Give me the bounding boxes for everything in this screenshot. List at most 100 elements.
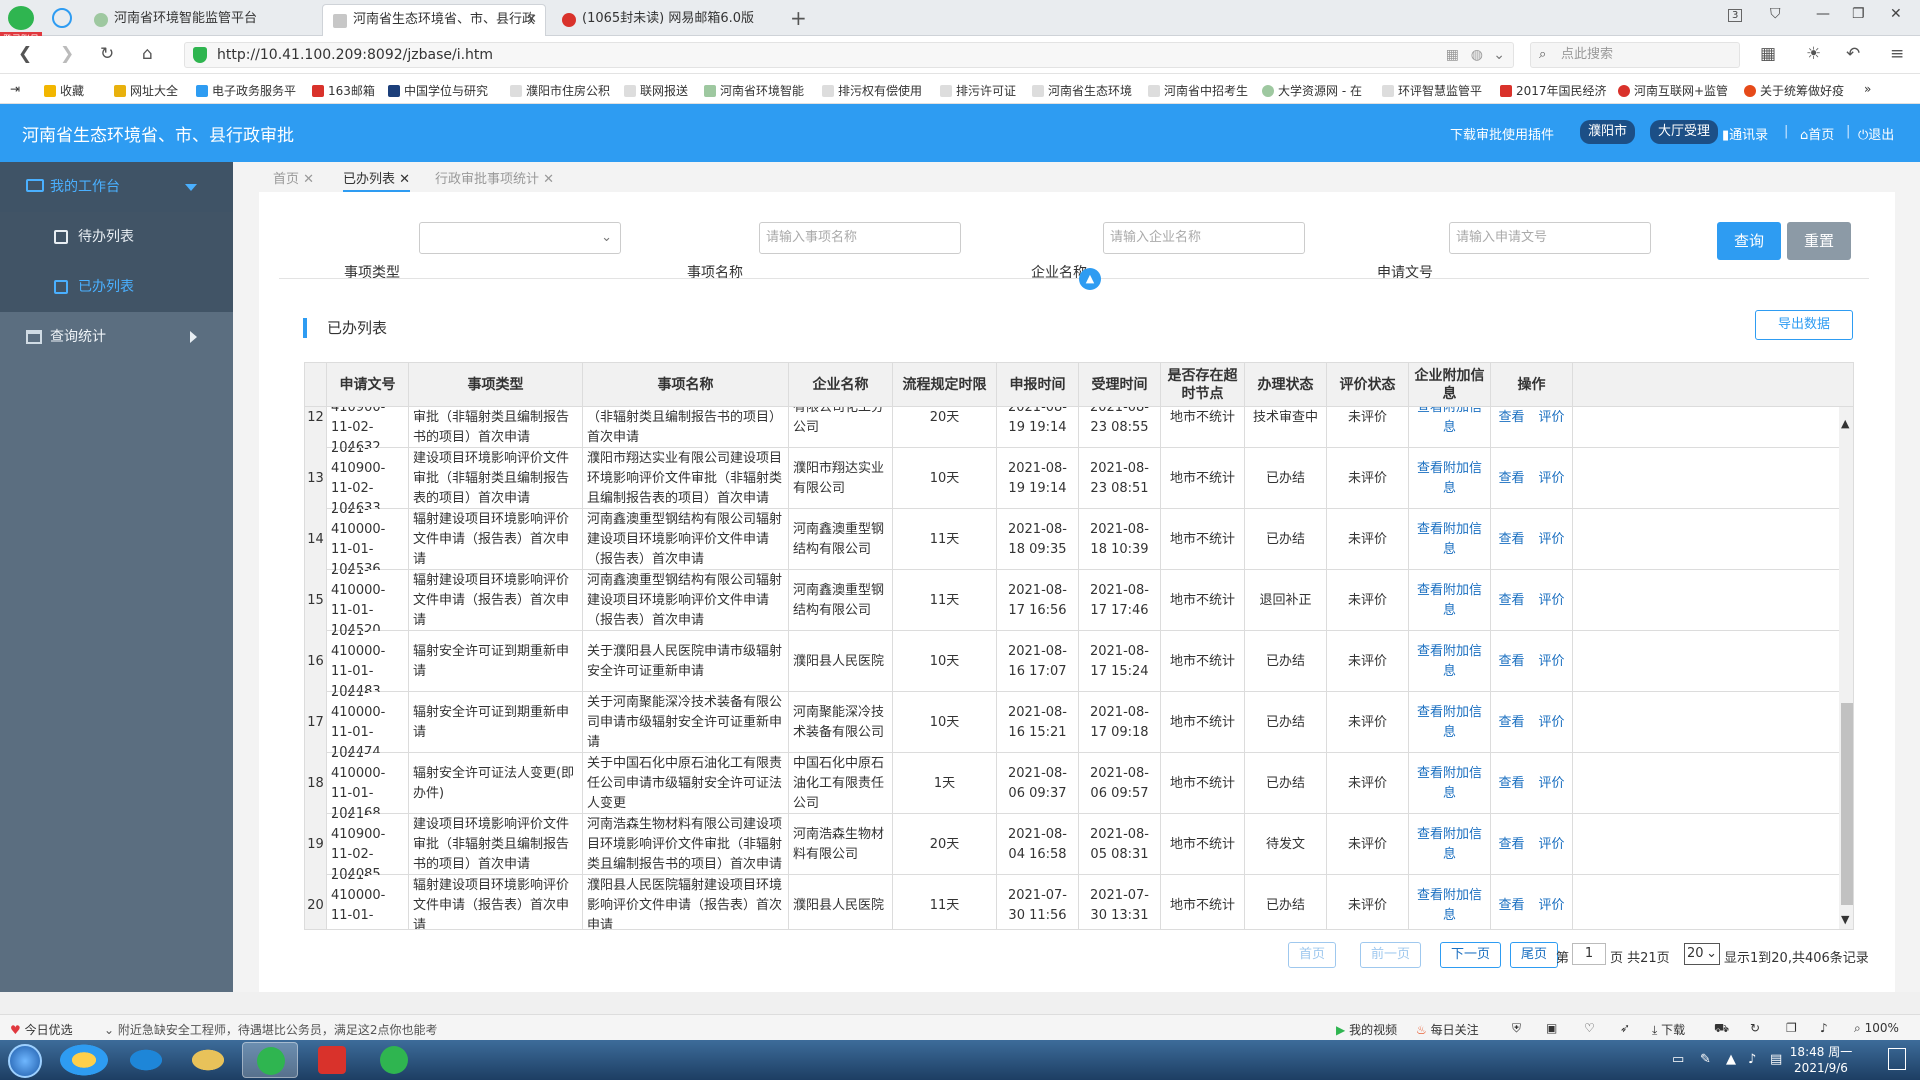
view-extra-info-link[interactable]: 查看附加信息	[1413, 407, 1486, 438]
app-icon[interactable]	[56, 1042, 112, 1078]
contacts-link[interactable]: ▮通讯录	[1722, 124, 1768, 143]
bookmark-item[interactable]: 排污权有偿使用	[822, 82, 922, 99]
sidebar-item-done[interactable]: 已办列表	[0, 262, 233, 312]
close-icon[interactable]: ✕	[543, 172, 554, 187]
prev-page-button[interactable]: 前一页	[1360, 942, 1422, 968]
new-tab-icon[interactable]: +	[790, 6, 807, 30]
url-input[interactable]: http://10.41.100.209:8092/jzbase/i.htm ▦…	[184, 42, 1514, 68]
news-ticker[interactable]: ⌄ 附近急缺安全工程师，待遇堪比公务员，满足这2点你也能考	[104, 1021, 438, 1038]
home-link[interactable]: ⌂首页	[1800, 124, 1834, 143]
sidebar-item-workbench[interactable]: 我的工作台	[0, 162, 233, 212]
bookmark-item[interactable]: 电子政务服务平	[196, 82, 296, 99]
bookmark-item[interactable]: 濮阳市住房公积	[510, 82, 610, 99]
view-link[interactable]: 查看	[1498, 652, 1524, 672]
browser-tab-2[interactable]: 河南省生态环境省、市、县行政 ✕	[322, 4, 546, 36]
next-page-button[interactable]: 下一页	[1440, 942, 1502, 968]
query-button[interactable]: 查询	[1717, 222, 1781, 260]
rate-link[interactable]: 评价	[1539, 835, 1565, 855]
company-input[interactable]: 请输入企业名称	[1103, 222, 1305, 254]
tray-icon[interactable]: ▭	[1672, 1052, 1684, 1067]
wechat-icon[interactable]	[366, 1042, 422, 1078]
view-link[interactable]: 查看	[1498, 591, 1524, 611]
bookmark-item[interactable]: 大学资源网 - 在	[1262, 82, 1362, 99]
city-badge[interactable]: 濮阳市	[1580, 120, 1636, 144]
table-row[interactable]: 14 2021-410000-11-01-104536 辐射建设项目环境影响评价文件…	[305, 509, 1839, 570]
table-row[interactable]: 18 2021-410000-11-01-104168 辐射安全许可证法人变更(即办…	[305, 753, 1839, 814]
bookmark-item[interactable]: 中国学位与研究	[388, 82, 488, 99]
view-link[interactable]: 查看	[1498, 530, 1524, 550]
video-link[interactable]: ▶ 我的视频	[1336, 1021, 1397, 1038]
table-row[interactable]: 202021-410000-11-01-103866辐射建设项目环境影响评价文件…	[305, 875, 1839, 929]
more-bookmarks-icon[interactable]: »	[1864, 82, 1871, 96]
page-number-input[interactable]: 1	[1572, 943, 1606, 965]
first-page-button[interactable]: 首页	[1288, 942, 1337, 968]
home-icon[interactable]: ⌂	[142, 44, 153, 64]
volume-icon[interactable]: ♪	[1820, 1021, 1828, 1035]
table-row[interactable]: 16 2021-410000-11-01-104483 辐射安全许可证到期重新申请关…	[305, 631, 1839, 692]
back-icon[interactable]: ❮	[18, 44, 32, 64]
start-button[interactable]	[8, 1044, 42, 1078]
sidebar-item-stats[interactable]: 查询统计	[0, 312, 233, 362]
docno-input[interactable]: 请输入申请文号	[1449, 222, 1651, 254]
today-link[interactable]: ♥ 今日优选	[10, 1021, 73, 1038]
view-link[interactable]: 查看	[1498, 774, 1524, 794]
sidebar-toggle-icon[interactable]: ⇥	[10, 82, 20, 96]
bookmark-item[interactable]: 关于统筹做好疫	[1744, 82, 1844, 99]
rate-link[interactable]: 评价	[1539, 469, 1565, 489]
view-extra-info-link[interactable]: 查看附加信息	[1413, 886, 1486, 926]
sidebar-item-todo[interactable]: 待办列表	[0, 212, 233, 262]
page-size-select[interactable]: 20 ⌄	[1684, 943, 1720, 965]
bookmark-item[interactable]: 河南省生态环境	[1032, 82, 1132, 99]
view-extra-info-link[interactable]: 查看附加信息	[1413, 764, 1486, 804]
rate-link[interactable]: 评价	[1539, 774, 1565, 794]
shirt-icon[interactable]: ⛉	[1770, 6, 1781, 22]
scrollbar-thumb[interactable]	[1841, 703, 1853, 905]
qr-icon[interactable]: ▦	[1446, 43, 1459, 67]
close-icon[interactable]: ✕	[399, 172, 410, 187]
menu-icon[interactable]: ≡	[1890, 44, 1904, 64]
rate-link[interactable]: 评价	[1539, 591, 1565, 611]
view-link[interactable]: 查看	[1498, 835, 1524, 855]
car-icon[interactable]: ⛟	[1714, 1021, 1729, 1037]
reload-icon[interactable]: ↻	[100, 44, 114, 64]
wps-icon[interactable]	[304, 1042, 360, 1078]
close-icon[interactable]: ✕	[526, 5, 537, 35]
scroll-down-icon[interactable]: ▼	[1841, 913, 1849, 926]
tray-arrow-icon[interactable]: ▲	[1726, 1052, 1736, 1067]
navigate-icon[interactable]	[52, 8, 72, 28]
shield-icon[interactable]: ⛨	[1512, 1021, 1521, 1036]
minimize-icon[interactable]: —	[1816, 6, 1830, 22]
vertical-scrollbar[interactable]: ▲ ▼	[1839, 407, 1853, 929]
view-extra-info-link[interactable]: 查看附加信息	[1413, 703, 1486, 743]
bookmark-item[interactable]: 收藏	[44, 82, 84, 99]
type-select[interactable]: ⌄	[419, 222, 621, 254]
rate-link[interactable]: 评价	[1539, 652, 1565, 672]
bookmark-item[interactable]: 联网报送	[624, 82, 688, 99]
view-extra-info-link[interactable]: 查看附加信息	[1413, 520, 1486, 560]
bookmark-item[interactable]: 河南省环境智能	[704, 82, 804, 99]
close-icon[interactable]: ✕	[303, 172, 314, 187]
refresh-icon[interactable]: ↻	[1750, 1021, 1760, 1035]
view-extra-info-link[interactable]: 查看附加信息	[1413, 642, 1486, 682]
download-plugin-link[interactable]: 下载审批使用插件	[1450, 124, 1554, 143]
rate-link[interactable]: 评价	[1539, 530, 1565, 550]
bookmark-item[interactable]: 2017年国民经济	[1500, 82, 1607, 99]
ie-icon[interactable]	[118, 1042, 174, 1078]
brightness-icon[interactable]: ☀	[1806, 44, 1821, 64]
table-row[interactable]: 13 2021-410900-11-02-104633 建设项目环境影响评价文件审批…	[305, 448, 1839, 509]
view-extra-info-link[interactable]: 查看附加信息	[1413, 581, 1486, 621]
image-icon[interactable]: ▣	[1546, 1021, 1557, 1035]
undo-icon[interactable]: ↶	[1846, 44, 1860, 64]
scroll-up-icon[interactable]: ▲	[1841, 417, 1849, 430]
view-extra-info-link[interactable]: 查看附加信息	[1413, 825, 1486, 865]
network-icon[interactable]: ▤	[1770, 1052, 1782, 1067]
hall-button[interactable]: 大厅受理	[1650, 120, 1719, 144]
collect-icon[interactable]: ◍	[1471, 43, 1483, 67]
download-link[interactable]: ⤓ 下载	[1652, 1021, 1685, 1038]
clock[interactable]: 18:48 周一 2021/9/6	[1786, 1044, 1856, 1076]
bookmark-item[interactable]: 环评智慧监管平	[1382, 82, 1482, 99]
table-row[interactable]: 19 2021-410900-11-02-104085 建设项目环境影响评价文件审批…	[305, 814, 1839, 875]
table-row[interactable]: 15 2021-410000-11-01-104520 辐射建设项目环境影响评价文件…	[305, 570, 1839, 631]
logout-link[interactable]: ⏻退出	[1858, 124, 1894, 143]
collapse-up-icon[interactable]: ▲	[1079, 268, 1101, 290]
